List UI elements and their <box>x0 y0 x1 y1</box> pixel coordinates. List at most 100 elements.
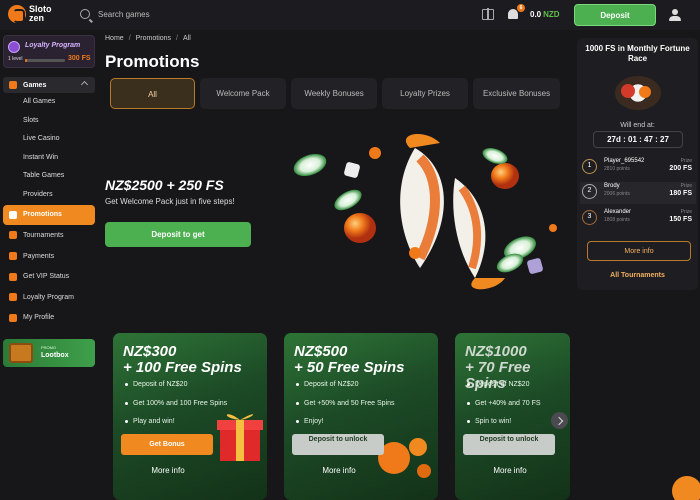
card-title: NZ$500 + 50 Free Spins <box>294 344 404 376</box>
loyalty-badge-icon <box>8 41 20 53</box>
crown-icon <box>9 272 17 281</box>
hero-koi-illustration <box>293 133 557 290</box>
sidebar-subitem-providers[interactable]: Providers <box>3 186 95 205</box>
loyalty-level: 1 level <box>8 56 23 62</box>
balance-currency: NZD <box>543 10 560 19</box>
loyalty-progress-fill <box>25 59 27 62</box>
card-title-line2: + 100 Free Spins <box>123 359 242 376</box>
card-bullets: Deposit of NZ$20 Get +50% and 50 Free Sp… <box>295 379 394 435</box>
logo-text: Sloto zen <box>29 4 52 23</box>
card-more-info-link[interactable]: More info <box>113 466 223 475</box>
card-bullet: Deposit of NZ$20 <box>124 379 227 398</box>
player-points: 2810 points <box>604 166 630 172</box>
card-bullet: Enjoy! <box>295 416 394 435</box>
sidebar-item-promotions[interactable]: Promotions <box>3 204 95 226</box>
balance-amount: 0.0 <box>530 10 542 19</box>
sidebar-subitem-instant-win[interactable]: Instant Win <box>3 149 95 168</box>
user-icon[interactable] <box>669 9 681 21</box>
leaderboard-row: 2 Brody 2006 points Prize 180 FS <box>580 182 696 204</box>
loyalty-program-widget[interactable]: Loyalty Program 1 level 300 FS <box>3 35 95 68</box>
breadcrumb-home[interactable]: Home <box>105 35 124 42</box>
breadcrumb-promotions[interactable]: Promotions <box>136 35 171 42</box>
deposit-button[interactable]: Deposit <box>574 4 656 26</box>
balance-display[interactable]: 0.0 NZD <box>530 10 560 19</box>
sidebar-item-loyalty[interactable]: Loyalty Program <box>3 287 95 308</box>
player-name: Alexander <box>604 209 632 215</box>
settings-icon <box>9 313 17 322</box>
card-more-info-link[interactable]: More info <box>455 466 565 475</box>
bell-icon[interactable] <box>508 9 518 19</box>
tab-loyalty-prizes[interactable]: Loyalty Prizes <box>382 78 469 109</box>
rank-badge: 3 <box>582 210 597 225</box>
promo-card[interactable]: NZ$300 + 100 Free Spins Deposit of NZ$20… <box>113 333 267 500</box>
games-icon <box>9 81 17 89</box>
notification-badge: 6 <box>517 4 525 12</box>
sidebar-item-label: Loyalty Program <box>23 293 74 301</box>
chip-icon <box>639 86 651 98</box>
tab-weekly-bonuses[interactable]: Weekly Bonuses <box>291 78 378 109</box>
prize-label: Prize <box>680 158 692 164</box>
tab-all[interactable]: All <box>110 78 196 109</box>
lootbox-label: Lootbox <box>41 352 69 359</box>
sidebar-item-label: Games <box>23 81 47 89</box>
card-title-line1: NZ$1000 <box>465 343 527 360</box>
search-bar[interactable]: Search games <box>80 9 150 19</box>
promo-card[interactable]: NZ$500 + 50 Free Spins Deposit of NZ$20 … <box>284 333 438 500</box>
card-title: NZ$300 + 100 Free Spins <box>123 344 242 376</box>
race-timer: 27d : 01 : 47 : 27 <box>593 131 683 148</box>
card-bullet: Get +50% and 50 Free Spins <box>295 398 394 417</box>
sidebar-item-profile[interactable]: My Profile <box>3 308 95 329</box>
card-more-info-link[interactable]: More info <box>284 466 394 475</box>
sidebar-item-games[interactable]: Games <box>3 77 95 93</box>
chip-icon <box>621 84 635 98</box>
all-tournaments-link[interactable]: All Tournaments <box>577 272 698 279</box>
sidebar-item-vip[interactable]: Get VIP Status <box>3 266 95 287</box>
prize-value: 200 FS <box>669 165 692 172</box>
logo-icon <box>8 5 26 23</box>
deposit-to-unlock-button[interactable]: Deposit to unlock <box>292 434 384 455</box>
chest-icon <box>9 343 33 363</box>
leaderboard-row: 3 Alexander 1808 points Prize 150 FS <box>580 208 696 230</box>
sidebar-item-payments[interactable]: Payments <box>3 246 95 267</box>
card-bullet: Get +40% and 70 FS <box>467 398 541 417</box>
floating-action-button[interactable] <box>672 476 700 500</box>
gift-icon[interactable] <box>482 8 494 20</box>
sidebar-item-tournaments[interactable]: Tournaments <box>3 225 95 246</box>
logo[interactable]: Sloto zen <box>8 5 59 23</box>
race-end-label: Will end at: <box>620 122 655 129</box>
race-title: 1000 FS in Monthly Fortune Race <box>585 44 690 63</box>
carousel-next-button[interactable] <box>551 412 568 429</box>
loyalty-progress-bar <box>25 59 65 62</box>
tab-exclusive-bonuses[interactable]: Exclusive Bonuses <box>473 78 561 109</box>
trophy-icon <box>9 231 17 240</box>
gift-box-illustration <box>217 414 263 461</box>
prize-label: Prize <box>680 209 692 215</box>
card-bullet: Deposit of NZ$20 <box>467 379 541 398</box>
sidebar-subitem-slots[interactable]: Slots <box>3 112 95 131</box>
card-bullets: Deposit of NZ$20 Get 100% and 100 Free S… <box>124 379 227 435</box>
sidebar-subitem-all-games[interactable]: All Games <box>3 93 95 112</box>
card-title-line1: NZ$500 <box>294 343 348 360</box>
sidebar-subitem-live-casino[interactable]: Live Casino <box>3 130 95 149</box>
deposit-to-get-button[interactable]: Deposit to get <box>105 222 251 247</box>
deposit-to-unlock-button[interactable]: Deposit to unlock <box>463 434 555 455</box>
search-input[interactable]: Search games <box>98 10 150 19</box>
sidebar-item-label: Tournaments <box>23 231 64 239</box>
prize-value: 150 FS <box>669 216 692 223</box>
lootbox-banner[interactable]: PROMO Lootbox <box>3 339 95 367</box>
get-bonus-button[interactable]: Get Bonus <box>121 434 213 455</box>
sidebar-subitem-table-games[interactable]: Table Games <box>3 167 95 186</box>
prize-label: Prize <box>680 183 692 189</box>
card-bullet: Play and win! <box>124 416 227 435</box>
loyalty-points: 300 FS <box>68 55 91 62</box>
card-title-line2: + 50 Free Spins <box>294 359 405 376</box>
tab-welcome-pack[interactable]: Welcome Pack <box>200 78 287 109</box>
loyalty-title: Loyalty Program <box>25 42 81 49</box>
rank-badge: 2 <box>582 184 597 199</box>
card-bullets: Deposit of NZ$20 Get +40% and 70 FS Spin… <box>467 379 541 435</box>
race-more-info-button[interactable]: More info <box>587 241 691 261</box>
card-bullet: Deposit of NZ$20 <box>295 379 394 398</box>
card-bullet: Spin to win! <box>467 416 541 435</box>
sidebar-item-label: Payments <box>23 252 55 260</box>
chevron-up-icon <box>80 80 89 89</box>
